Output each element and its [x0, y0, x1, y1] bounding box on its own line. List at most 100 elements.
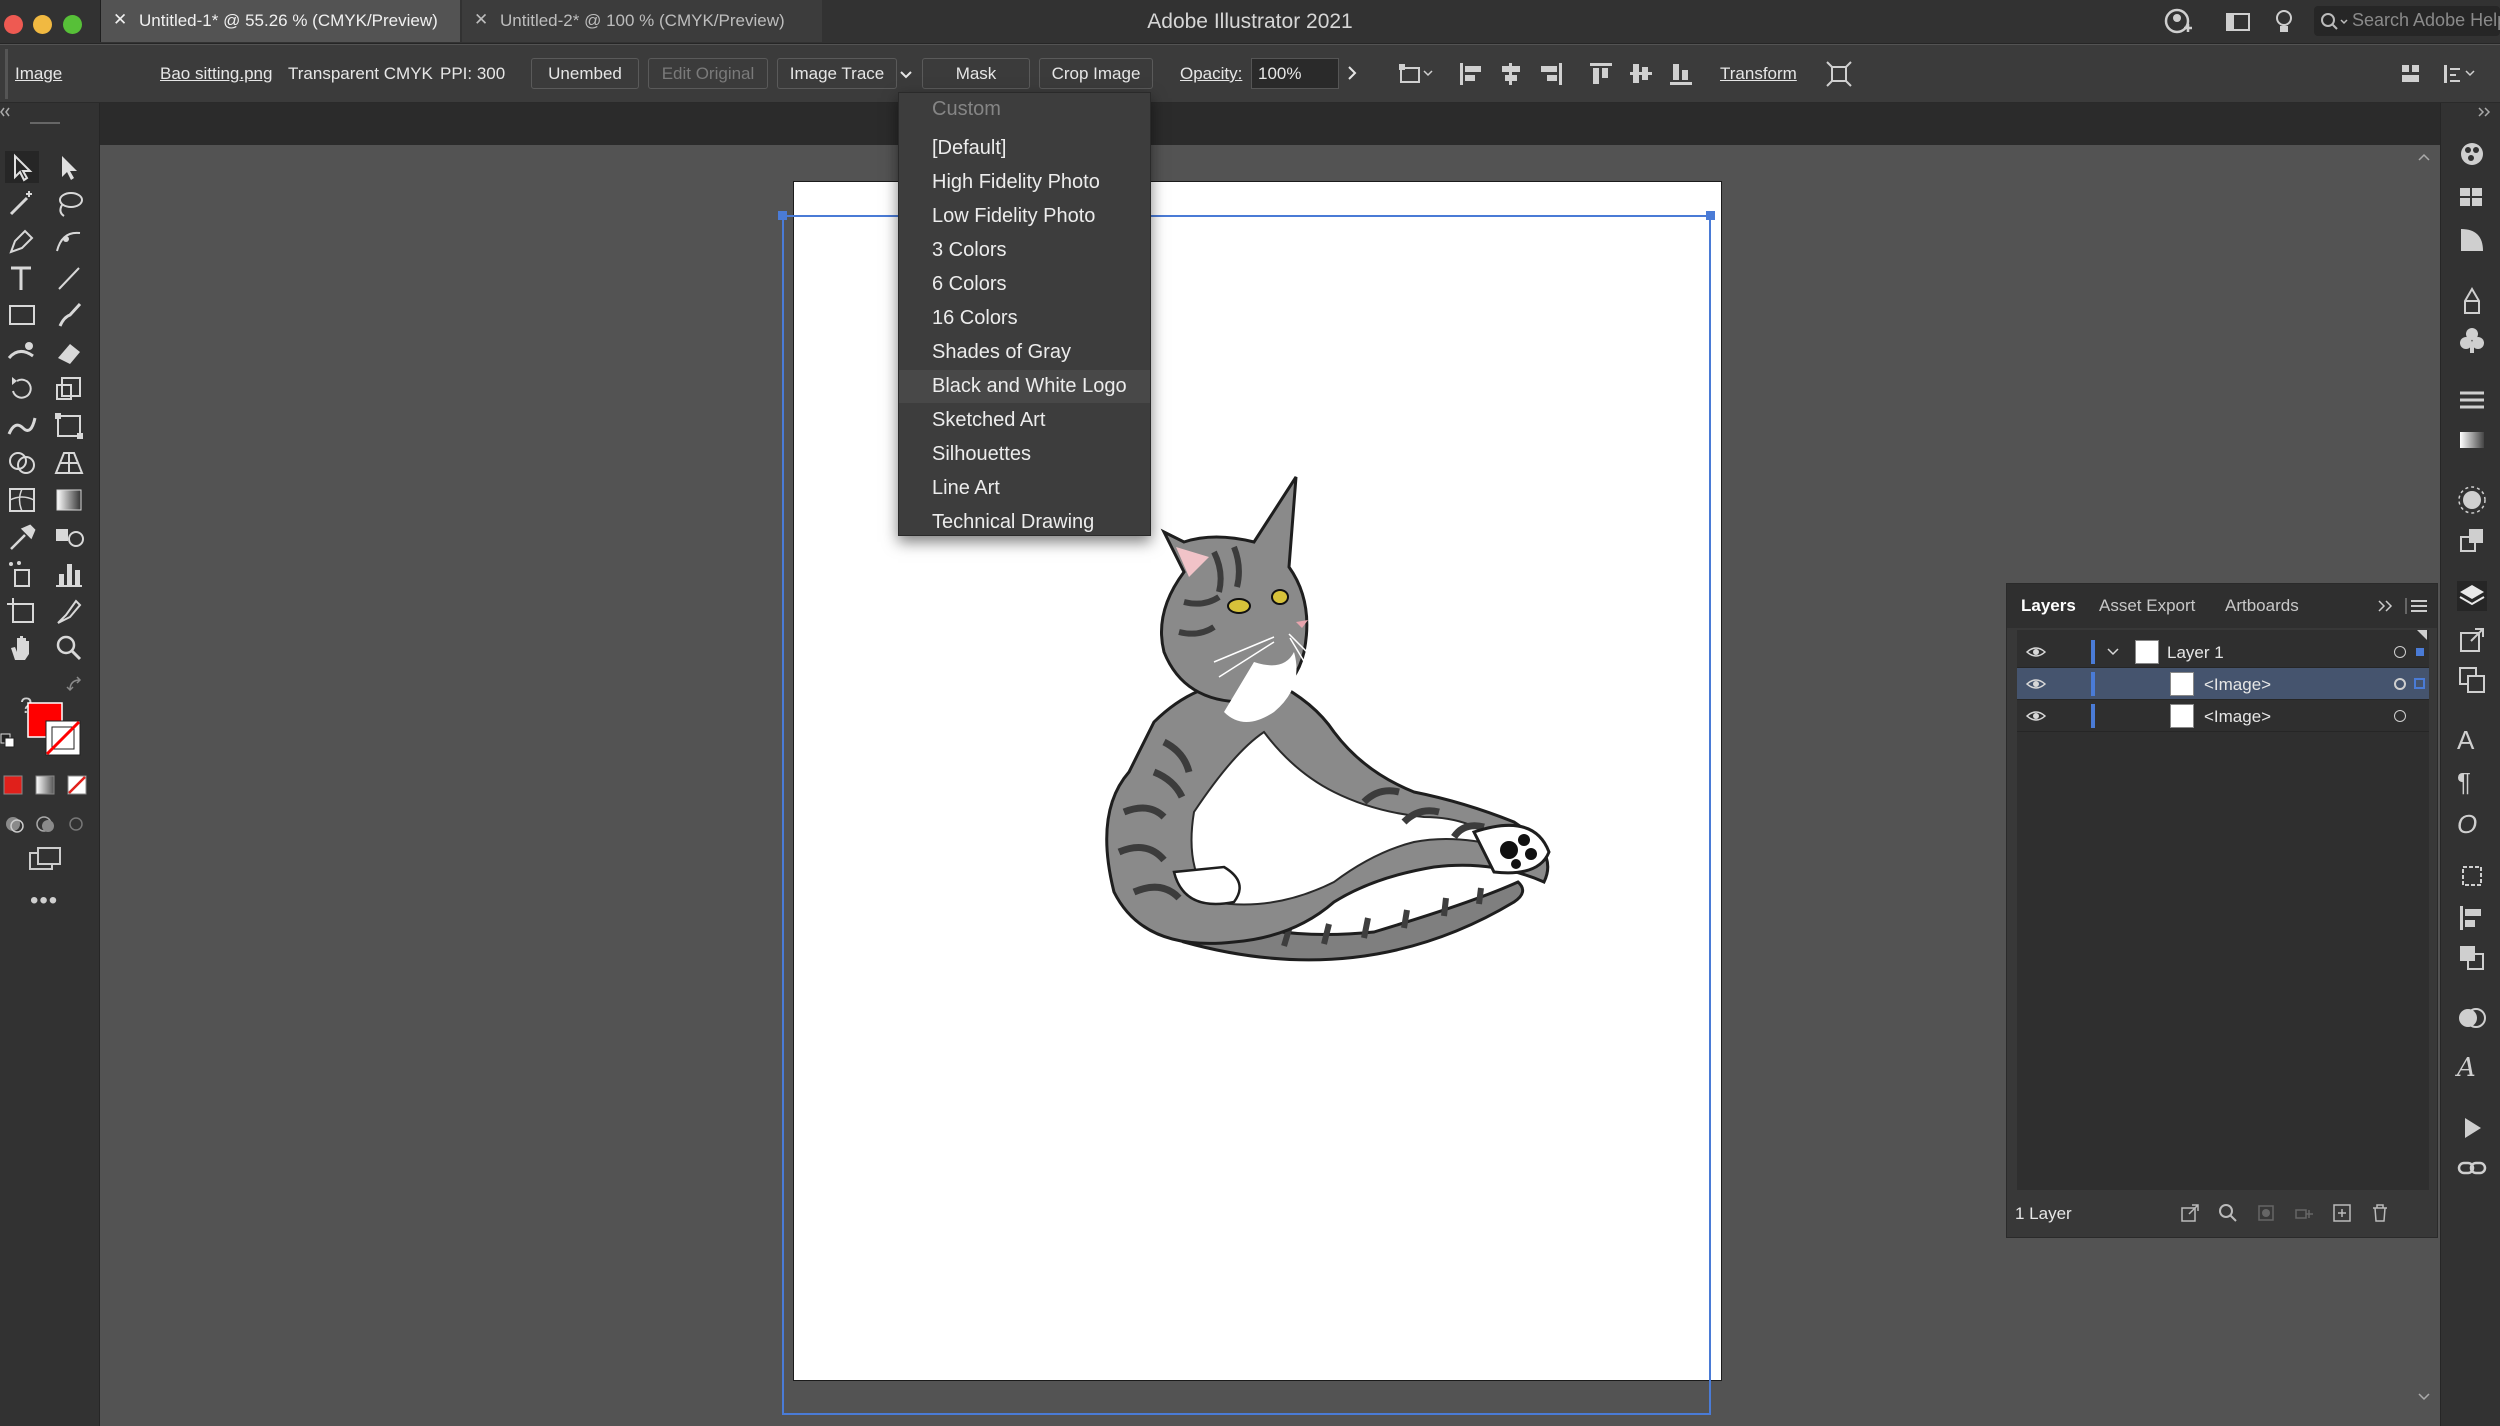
fill-stroke-swatch[interactable]: [26, 701, 82, 757]
edit-toolbar-icon[interactable]: •••: [30, 887, 58, 915]
artboard-tool-icon[interactable]: [5, 595, 39, 627]
discover-user-icon[interactable]: [2164, 8, 2194, 36]
menu-item-3-colors[interactable]: 3 Colors: [899, 234, 1150, 267]
tab-asset-export[interactable]: Asset Export: [2099, 596, 2195, 616]
scale-tool-icon[interactable]: [52, 373, 86, 405]
layer-name[interactable]: Layer 1: [2167, 643, 2224, 663]
align-center-icon[interactable]: [1498, 61, 1524, 87]
zoom-tool-icon[interactable]: [52, 632, 86, 664]
export-for-screens-icon[interactable]: [2179, 1202, 2201, 1224]
create-sublayer-icon[interactable]: [2293, 1202, 2315, 1224]
document-tab-2[interactable]: ✕ Untitled-2* @ 100 % (CMYK/Preview): [462, 0, 822, 42]
align-top-icon[interactable]: [1588, 61, 1614, 87]
locate-object-icon[interactable]: [2217, 1202, 2239, 1224]
menu-item-technical-drawing[interactable]: Technical Drawing: [899, 506, 1150, 539]
crop-image-button[interactable]: Crop Image: [1039, 58, 1153, 89]
layer-row-image-1[interactable]: <Image>: [2017, 668, 2429, 700]
eyedropper-tool-icon[interactable]: [5, 521, 39, 553]
menu-item-black-and-white-logo[interactable]: Black and White Logo: [899, 370, 1150, 403]
filename-link[interactable]: Bao sitting.png: [160, 64, 272, 84]
visibility-eye-icon[interactable]: [2025, 676, 2047, 692]
tab-layers[interactable]: Layers: [2021, 596, 2076, 616]
curvature-tool-icon[interactable]: [52, 225, 86, 257]
layer-row-image-2[interactable]: <Image>: [2017, 700, 2429, 732]
visibility-eye-icon[interactable]: [2025, 708, 2047, 724]
graphic-styles-panel-icon[interactable]: [2457, 525, 2487, 555]
align-panel-icon[interactable]: [2457, 903, 2487, 933]
menu-item-shades-of-gray[interactable]: Shades of Gray: [899, 336, 1150, 369]
direct-selection-tool-icon[interactable]: [52, 151, 86, 183]
drawing-modes-icon[interactable]: [2, 811, 98, 837]
menu-item-sketched-art[interactable]: Sketched Art: [899, 404, 1150, 437]
menu-item-low-fidelity-photo[interactable]: Low Fidelity Photo: [899, 200, 1150, 233]
edit-original-button[interactable]: Edit Original: [648, 58, 768, 89]
mask-button[interactable]: Mask: [922, 58, 1030, 89]
menu-item-high-fidelity-photo[interactable]: High Fidelity Photo: [899, 166, 1150, 199]
type-tool-icon[interactable]: [5, 262, 39, 294]
object-type-label[interactable]: Image: [15, 64, 62, 84]
slice-tool-icon[interactable]: [52, 595, 86, 627]
resize-handle[interactable]: [778, 211, 787, 220]
create-new-layer-icon[interactable]: [2331, 1202, 2353, 1224]
unembed-button[interactable]: Unembed: [531, 58, 639, 89]
close-tab-icon[interactable]: ✕: [113, 10, 127, 30]
arrange-documents-icon[interactable]: [2224, 8, 2252, 36]
appearance-panel-icon[interactable]: [2457, 485, 2487, 515]
artboards-panel-icon[interactable]: [2457, 665, 2487, 695]
column-graph-tool-icon[interactable]: [52, 558, 86, 590]
control-bar-menu-icon[interactable]: [2442, 61, 2476, 87]
chevron-down-icon[interactable]: [898, 68, 914, 82]
color-panel-icon[interactable]: [2457, 139, 2487, 169]
align-middle-icon[interactable]: [1628, 61, 1654, 87]
transparency-panel-icon[interactable]: [2457, 1003, 2487, 1033]
lightbulb-icon[interactable]: [2272, 8, 2296, 36]
selection-indicator[interactable]: [2416, 648, 2424, 656]
resize-handle[interactable]: [1706, 211, 1715, 220]
hand-tool-icon[interactable]: [5, 632, 39, 664]
rotate-tool-icon[interactable]: [5, 373, 39, 405]
chevron-right-icon[interactable]: [1344, 63, 1360, 83]
character-panel-icon[interactable]: A: [2457, 725, 2487, 755]
scroll-down-icon[interactable]: [2416, 1391, 2432, 1403]
export-panel-icon[interactable]: [2457, 625, 2487, 655]
menu-item-default[interactable]: [Default]: [899, 132, 1150, 165]
selection-indicator[interactable]: [2414, 678, 2425, 689]
collapse-toolbar-icon[interactable]: [0, 103, 100, 125]
menu-item-silhouettes[interactable]: Silhouettes: [899, 438, 1150, 471]
arrange-panels-icon[interactable]: [2400, 61, 2422, 87]
color-guide-panel-icon[interactable]: [2457, 225, 2487, 255]
collapse-panel-icon[interactable]: [2375, 596, 2397, 616]
panel-menu-icon[interactable]: [2405, 596, 2429, 616]
align-bottom-icon[interactable]: [1668, 61, 1694, 87]
swatches-panel-icon[interactable]: [2457, 183, 2487, 213]
lasso-tool-icon[interactable]: [52, 188, 86, 220]
opacity-input[interactable]: 100%: [1251, 58, 1339, 89]
magic-wand-tool-icon[interactable]: [5, 188, 39, 220]
target-circle-icon[interactable]: [2394, 710, 2406, 722]
menu-item-16-colors[interactable]: 16 Colors: [899, 302, 1150, 335]
document-tab-1[interactable]: ✕ Untitled-1* @ 55.26 % (CMYK/Preview): [100, 0, 460, 42]
opacity-label[interactable]: Opacity:: [1180, 64, 1242, 84]
delete-layer-icon[interactable]: [2369, 1202, 2391, 1224]
visibility-eye-icon[interactable]: [2025, 644, 2047, 660]
selection-tool-icon[interactable]: [5, 151, 39, 183]
free-transform-tool-icon[interactable]: [52, 410, 86, 442]
mesh-tool-icon[interactable]: [5, 484, 39, 516]
layers-panel-icon[interactable]: [2457, 581, 2487, 611]
pen-tool-icon[interactable]: [5, 225, 39, 257]
menu-item-line-art[interactable]: Line Art: [899, 472, 1150, 505]
paragraph-panel-icon[interactable]: ¶: [2457, 767, 2487, 797]
scroll-up-icon[interactable]: [2416, 151, 2432, 163]
links-panel-icon[interactable]: [2457, 1153, 2487, 1183]
warp-tool-icon[interactable]: [5, 410, 39, 442]
gradient-panel-icon[interactable]: [2457, 425, 2487, 455]
image-trace-button[interactable]: Image Trace: [777, 58, 897, 89]
actions-panel-icon[interactable]: [2457, 1113, 2487, 1143]
tab-artboards[interactable]: Artboards: [2225, 596, 2299, 616]
chevron-down-icon[interactable]: [2105, 644, 2121, 660]
isolate-object-icon[interactable]: [1826, 61, 1854, 87]
shaper-tool-icon[interactable]: [5, 336, 39, 368]
color-mode-buttons[interactable]: [2, 773, 98, 799]
collapse-dock-icon[interactable]: [2475, 105, 2495, 119]
align-to-icon[interactable]: [1398, 61, 1434, 87]
